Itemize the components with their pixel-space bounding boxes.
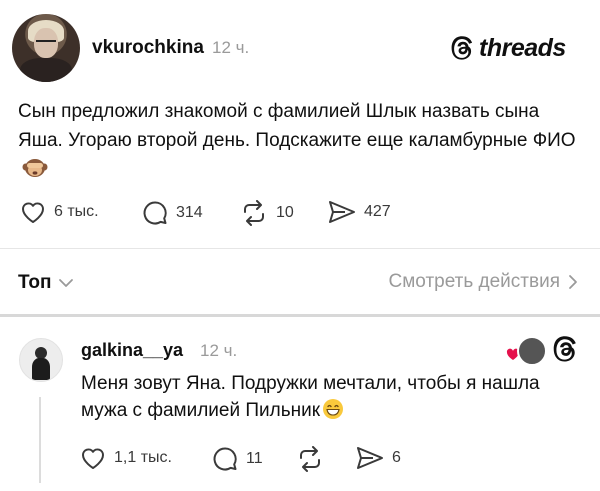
- send-icon: [357, 447, 383, 469]
- reply-comment-count: 11: [246, 450, 263, 467]
- threads-wordmark: threads: [479, 33, 566, 62]
- send-icon: [329, 201, 355, 223]
- repost-icon: [300, 446, 320, 472]
- threads-logo[interactable]: threads: [451, 33, 566, 63]
- reply-repost-button[interactable]: [296, 446, 324, 472]
- post-timestamp: 12 ч.: [212, 38, 250, 57]
- comment-count: 314: [176, 204, 203, 221]
- reply-like-button[interactable]: 1,1 тыс.: [80, 446, 172, 470]
- author-username[interactable]: vkurochkina: [92, 37, 204, 59]
- comment-icon: [213, 447, 237, 471]
- like-count: 6 тыс.: [54, 203, 99, 220]
- reply-author-avatar[interactable]: [19, 338, 63, 382]
- chevron-right-icon: [569, 275, 577, 289]
- reply-timestamp: 12 ч.: [200, 341, 238, 360]
- like-button[interactable]: 6 тыс.: [20, 200, 99, 224]
- threads-icon[interactable]: [553, 335, 579, 363]
- repost-button[interactable]: 10: [240, 200, 294, 226]
- reply-like-count: 1,1 тыс.: [114, 449, 172, 466]
- author-avatar[interactable]: [12, 14, 80, 82]
- post-text: Сын предложил знакомой с фамилией Шлык н…: [18, 98, 578, 184]
- grinning-face-icon: [323, 399, 344, 419]
- view-activity-link[interactable]: Смотреть действия: [389, 271, 578, 293]
- liked-by-author-avatar: [517, 336, 547, 366]
- divider: [0, 248, 600, 249]
- reply-comment-button[interactable]: 11: [212, 446, 263, 472]
- chevron-down-icon: [58, 279, 73, 287]
- threads-icon: [451, 36, 473, 60]
- view-activity-label: Смотреть действия: [388, 271, 560, 292]
- reply-share-count: 6: [392, 449, 401, 466]
- sort-dropdown[interactable]: Топ: [18, 272, 74, 294]
- reply-share-button[interactable]: 6: [356, 446, 401, 470]
- repost-icon: [244, 200, 264, 226]
- reply-text: Меня зовут Яна. Подружки мечтали, чтобы …: [81, 373, 540, 421]
- comment-button[interactable]: 314: [142, 200, 203, 226]
- section-divider: [0, 314, 600, 317]
- share-button[interactable]: 427: [328, 200, 391, 224]
- share-count: 427: [364, 203, 391, 220]
- reply-username[interactable]: galkina__ya: [81, 340, 183, 361]
- heart-icon: [21, 202, 45, 223]
- repost-count: 10: [276, 204, 294, 221]
- thread-line: [39, 397, 41, 483]
- see-no-evil-monkey-icon: [22, 159, 48, 177]
- comment-icon: [143, 201, 167, 225]
- heart-icon: [81, 448, 105, 469]
- sort-label: Топ: [18, 272, 52, 293]
